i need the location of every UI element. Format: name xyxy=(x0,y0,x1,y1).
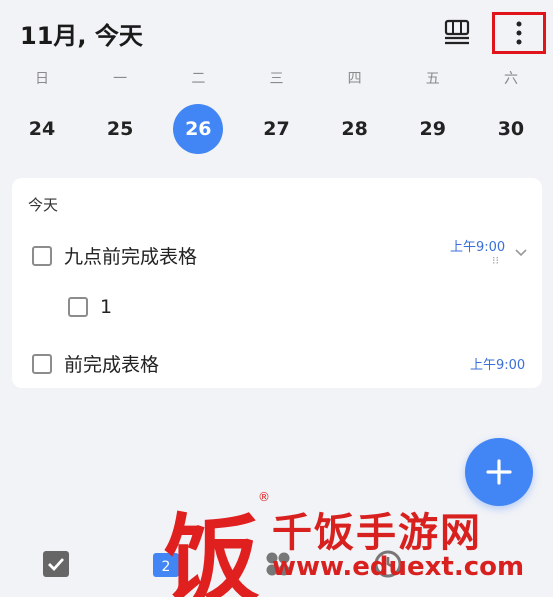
page-title: 11月, 今天 xyxy=(20,22,143,50)
task-time: 上午9:00 xyxy=(450,240,506,255)
task-item[interactable]: 前完成表格 xyxy=(32,350,159,377)
date-cell[interactable]: 29 xyxy=(403,104,463,154)
app-header: 11月, 今天 xyxy=(0,0,553,64)
watermark-url: www.eduext.com xyxy=(272,552,525,582)
weekday-row: 日 一 二 三 四 五 六 xyxy=(0,68,553,88)
task-time: 上午9:00 xyxy=(470,358,526,373)
task-title: 九点前完成表格 xyxy=(64,246,198,268)
weekday-label: 日 xyxy=(35,71,49,87)
weekday-label: 二 xyxy=(191,71,206,87)
more-options-button[interactable] xyxy=(492,12,546,54)
add-task-button[interactable] xyxy=(465,438,533,506)
view-toggle-icon[interactable] xyxy=(442,18,472,46)
weekday-label: 六 xyxy=(503,71,518,87)
watermark-registered-mark: ® xyxy=(258,490,270,504)
date-cell[interactable]: 25 xyxy=(90,104,150,154)
date-cell[interactable]: 24 xyxy=(12,104,72,154)
task-item[interactable]: 九点前完成表格 xyxy=(32,242,197,269)
weekday-label: 一 xyxy=(113,71,128,87)
weekday-label: 四 xyxy=(347,71,362,87)
plus-icon xyxy=(486,459,512,485)
week-strip: 日 一 二 三 四 五 六 24 25 26 27 28 29 30 xyxy=(0,68,553,154)
subtask-title: 1 xyxy=(100,296,113,318)
subtask-item[interactable]: 1 xyxy=(68,296,112,318)
task-checkbox[interactable] xyxy=(32,245,52,266)
subtask-indicator: ⁝⁝ xyxy=(492,254,499,267)
watermark-site-name: 千饭手游网 xyxy=(272,510,482,556)
more-vertical-icon xyxy=(516,21,522,45)
date-cell[interactable]: 27 xyxy=(246,104,306,154)
section-label: 今天 xyxy=(28,196,59,214)
watermark-logo: 饭 xyxy=(164,504,260,597)
chevron-down-icon[interactable] xyxy=(514,248,528,258)
weekday-label: 五 xyxy=(425,71,440,87)
checkbox-icon[interactable] xyxy=(42,550,70,578)
weekday-label: 三 xyxy=(269,71,284,87)
date-cell[interactable]: 30 xyxy=(481,104,541,154)
task-card: 今天 九点前完成表格 上午9:00 ⁝⁝ 1 前完成表格 上午9:00 xyxy=(12,178,542,388)
subtask-checkbox[interactable] xyxy=(68,297,88,317)
date-cell[interactable]: 28 xyxy=(325,104,385,154)
task-title: 前完成表格 xyxy=(64,354,160,376)
date-cell-selected[interactable]: 26 xyxy=(168,104,228,154)
task-checkbox[interactable] xyxy=(32,353,52,374)
date-row: 24 25 26 27 28 29 30 xyxy=(0,104,553,154)
